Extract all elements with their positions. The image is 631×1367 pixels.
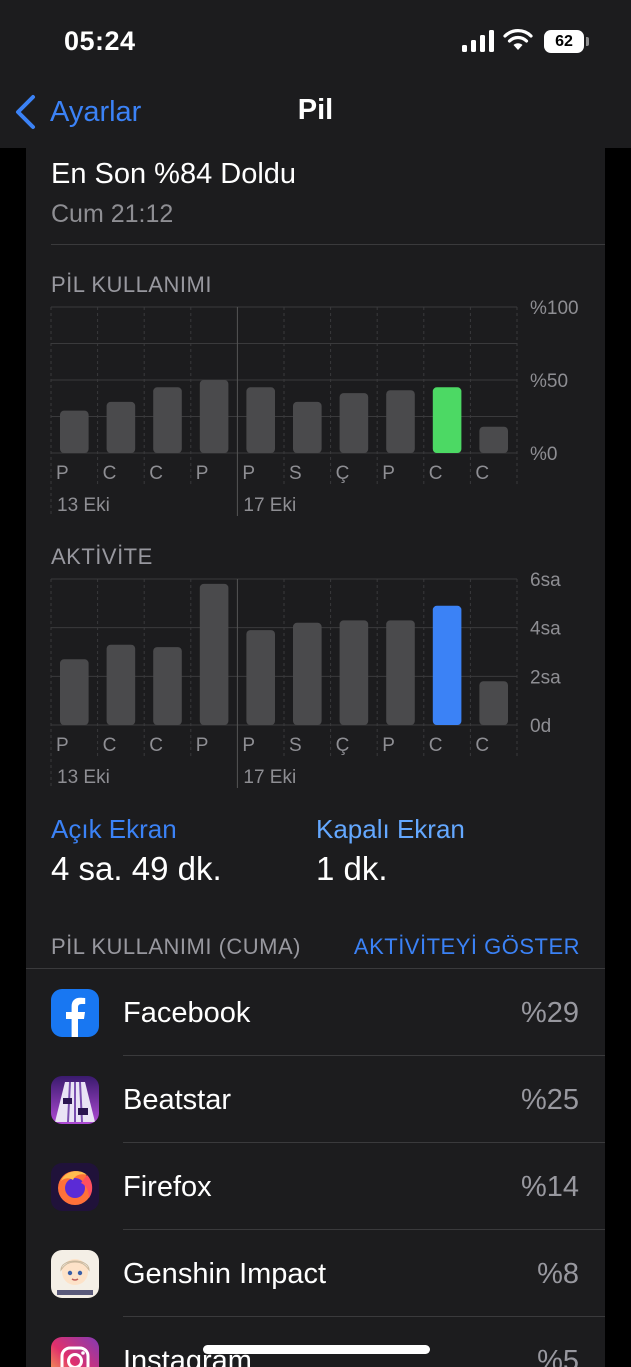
chart-bar xyxy=(339,393,369,453)
show-activity-button[interactable]: AKTİVİTEYİ GÖSTER xyxy=(354,934,580,960)
day-label: P xyxy=(196,463,209,484)
chart-bar xyxy=(153,387,182,453)
last-charge-time: Cum 21:12 xyxy=(51,200,174,228)
day-label: C xyxy=(103,463,117,484)
app-name: Firefox xyxy=(123,1171,212,1203)
day-label: P xyxy=(242,735,255,756)
day-label: P xyxy=(382,735,395,756)
battery-usage-chart-label: PİL KULLANIMI xyxy=(51,272,212,297)
status-bar: 05:24 62 xyxy=(0,0,631,80)
app-percent: %29 xyxy=(520,997,579,1029)
day-label: P xyxy=(56,735,69,756)
battery-cap xyxy=(586,37,589,46)
app-percent: %8 xyxy=(537,1258,579,1290)
app-name: Genshin Impact xyxy=(123,1258,327,1290)
chart-bar xyxy=(153,647,182,725)
day-label: C xyxy=(103,735,117,756)
wifi-icon xyxy=(503,29,533,50)
firefox-icon xyxy=(51,1163,99,1211)
chart-bar xyxy=(60,659,89,725)
chart-bar xyxy=(60,410,89,453)
day-label: C xyxy=(475,735,489,756)
y-tick-label: 2sa xyxy=(530,667,561,688)
app-percent: %14 xyxy=(520,1171,579,1203)
page-title: Pil xyxy=(297,94,334,126)
chart-bar xyxy=(432,387,462,453)
right-margin xyxy=(605,148,631,1367)
y-tick-label: 6sa xyxy=(530,570,561,591)
chart-bar xyxy=(386,390,415,453)
chart-bar xyxy=(246,630,275,725)
left-margin xyxy=(0,148,26,1367)
battery-content: En Son %84 Doldu Cum 21:12 PİL KULLANIMI… xyxy=(26,148,605,1367)
beatstar-icon xyxy=(51,1076,99,1124)
day-label: P xyxy=(382,463,395,484)
day-label: S xyxy=(289,735,302,756)
app-row-instagram[interactable]: Instagram %5 xyxy=(26,1317,605,1367)
day-label: Ç xyxy=(336,463,350,484)
date-label: 13 Eki xyxy=(57,495,110,516)
screen-on-label: Açık Ekran xyxy=(51,814,177,844)
app-percent: %25 xyxy=(520,1084,579,1116)
screen-off-label: Kapalı Ekran xyxy=(316,814,465,844)
date-label: 17 Eki xyxy=(243,767,296,788)
app-row-facebook[interactable]: Facebook %29 xyxy=(26,969,605,1056)
screen-off-value: 1 dk. xyxy=(316,850,388,887)
home-indicator[interactable] xyxy=(203,1345,430,1354)
screen-on-value: 4 sa. 49 dk. xyxy=(51,850,222,887)
day-label: C xyxy=(149,735,163,756)
battery-usage-chart[interactable]: P C C P P S Ç P C C 13 Eki 17 Eki %100 %50 %0 xyxy=(26,298,605,518)
y-tick-label: %50 xyxy=(530,371,568,392)
activity-chart[interactable]: P C C P P S Ç P C C 13 Eki 17 Eki 6sa 4sa 2sa 0d xyxy=(26,570,605,792)
day-label: P xyxy=(196,735,209,756)
facebook-icon xyxy=(51,989,99,1037)
last-charge-title: En Son %84 Doldu xyxy=(51,158,297,190)
chart-bar xyxy=(106,644,136,725)
chart-bar xyxy=(339,620,369,725)
app-name: Beatstar xyxy=(123,1084,231,1116)
chart-bar xyxy=(246,387,275,453)
divider xyxy=(51,244,605,245)
date-label: 17 Eki xyxy=(243,495,296,516)
instagram-icon xyxy=(51,1337,99,1367)
app-row-beatstar[interactable]: Beatstar %25 xyxy=(26,1056,605,1143)
day-label: S xyxy=(289,463,302,484)
chart-bar xyxy=(199,380,229,453)
chart-bar xyxy=(293,622,322,725)
app-percent: %5 xyxy=(537,1345,579,1367)
day-label: P xyxy=(56,463,69,484)
genshin-impact-icon xyxy=(51,1250,99,1298)
day-label: C xyxy=(475,463,489,484)
y-tick-label: %100 xyxy=(530,298,579,319)
battery-level: 62 xyxy=(544,30,584,53)
y-tick-label: %0 xyxy=(530,444,557,465)
chart-bar xyxy=(479,426,508,453)
cellular-signal-icon xyxy=(462,30,494,52)
app-row-genshin-impact[interactable]: Genshin Impact %8 xyxy=(26,1230,605,1317)
date-label: 13 Eki xyxy=(57,767,110,788)
chart-bar xyxy=(293,401,322,453)
navigation-bar: Ayarlar Pil xyxy=(0,80,631,148)
battery-indicator: 62 xyxy=(544,30,589,53)
day-label: C xyxy=(429,463,443,484)
usage-section-header: PİL KULLANIMI (CUMA) xyxy=(51,934,302,959)
day-label: P xyxy=(242,463,255,484)
y-tick-label: 4sa xyxy=(530,619,561,640)
chart-bar xyxy=(106,401,136,453)
chart-bar xyxy=(199,583,229,725)
app-row-firefox[interactable]: Firefox %14 xyxy=(26,1143,605,1230)
y-tick-label: 0d xyxy=(530,716,551,737)
status-time: 05:24 xyxy=(64,26,136,56)
day-label: C xyxy=(149,463,163,484)
chart-bar xyxy=(386,620,415,725)
chart-bar xyxy=(432,605,462,725)
chart-bar xyxy=(479,681,508,725)
day-label: Ç xyxy=(336,735,350,756)
day-label: C xyxy=(429,735,443,756)
app-name: Facebook xyxy=(123,997,251,1029)
activity-chart-label: AKTİVİTE xyxy=(51,544,153,569)
